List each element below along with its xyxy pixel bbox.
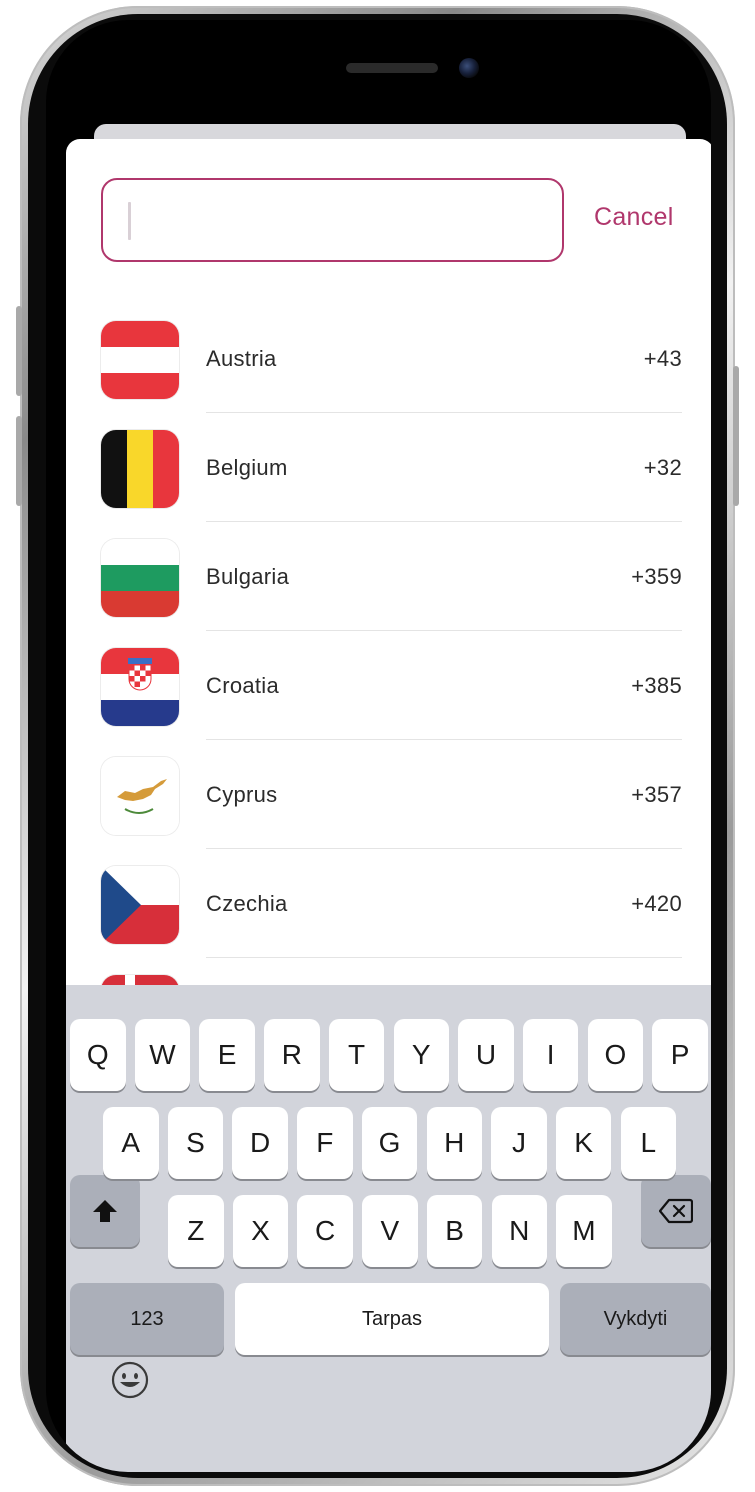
key-i[interactable]: I [522, 1019, 579, 1091]
country-row-cyprus[interactable]: Cyprus +357 [101, 757, 682, 865]
country-row-croatia[interactable]: Croatia +385 [101, 648, 682, 756]
row-divider [206, 848, 682, 849]
key-j[interactable]: J [491, 1107, 547, 1179]
bulgaria-flag-icon [101, 539, 179, 617]
key-r[interactable]: R [264, 1019, 320, 1091]
key-s[interactable]: S [167, 1107, 224, 1179]
key-f[interactable]: F [297, 1107, 353, 1179]
key-o[interactable]: O [587, 1019, 644, 1091]
key-a[interactable]: A [103, 1107, 159, 1179]
country-row-belgium[interactable]: Belgium +32 [101, 430, 682, 538]
key-c[interactable]: C [297, 1195, 353, 1267]
power-button [733, 366, 739, 506]
dial-code: +420 [631, 891, 682, 916]
row-divider [206, 739, 682, 740]
row-divider [206, 521, 682, 522]
key-d[interactable]: D [232, 1107, 288, 1179]
backspace-key[interactable] [641, 1175, 711, 1247]
key-g[interactable]: G [361, 1107, 418, 1179]
row-divider [206, 957, 682, 958]
country-row-czechia[interactable]: Czechia +420 [101, 866, 682, 974]
czechia-flag-icon [101, 866, 179, 944]
dial-code: +43 [643, 346, 682, 371]
key-l[interactable]: L [620, 1107, 677, 1179]
country-name: Czechia [206, 891, 288, 916]
key-e[interactable]: E [199, 1019, 255, 1091]
dial-code: +32 [643, 455, 682, 480]
country-row-bulgaria[interactable]: Bulgaria +359 [101, 539, 682, 647]
key-x[interactable]: X [232, 1195, 289, 1267]
belgium-flag-icon [101, 430, 179, 508]
dial-code: +385 [631, 673, 682, 698]
phone-screen: Cancel Austria +43 Belgium +32 Bulgaria … [46, 20, 711, 1472]
key-q[interactable]: Q [70, 1019, 126, 1091]
key-h[interactable]: H [426, 1107, 482, 1179]
dial-code: +359 [631, 564, 682, 589]
country-name: Austria [206, 346, 277, 371]
backspace-icon [659, 1198, 693, 1224]
key-m[interactable]: M [556, 1195, 612, 1267]
key-v[interactable]: V [362, 1195, 418, 1267]
country-name: Croatia [206, 673, 280, 698]
space-key[interactable]: Tarpas [235, 1283, 549, 1355]
onscreen-keyboard: 123 Tarpas Vykdyti QWERTYUIOP ASDFGHJKL ZX… [66, 985, 711, 1472]
volume-button [16, 416, 22, 506]
key-w[interactable]: W [134, 1019, 191, 1091]
dial-code: +357 [631, 782, 682, 807]
key-p[interactable]: P [652, 1019, 708, 1091]
croatia-flag-icon [101, 648, 179, 726]
country-name: Belgium [206, 455, 288, 480]
key-y[interactable]: Y [393, 1019, 449, 1091]
numbers-key[interactable]: 123 [70, 1283, 224, 1355]
key-b[interactable]: B [426, 1195, 483, 1267]
speaker-grille [346, 63, 438, 73]
shift-key[interactable] [70, 1175, 140, 1247]
country-name: Bulgaria [206, 564, 290, 589]
country-row-austria[interactable]: Austria +43 [101, 321, 682, 429]
row-divider [206, 630, 682, 631]
cyprus-flag-icon [101, 757, 179, 835]
search-input[interactable] [101, 178, 564, 262]
key-t[interactable]: T [328, 1019, 385, 1091]
key-k[interactable]: K [555, 1107, 612, 1179]
key-n[interactable]: N [491, 1195, 547, 1267]
return-key[interactable]: Vykdyti [560, 1283, 711, 1355]
row-divider [206, 412, 682, 413]
austria-flag-icon [101, 321, 179, 399]
emoji-icon[interactable] [110, 1360, 150, 1400]
country-name: Cyprus [206, 782, 278, 807]
key-u[interactable]: U [458, 1019, 514, 1091]
cancel-button[interactable]: Cancel [594, 203, 674, 232]
shift-icon [93, 1200, 117, 1222]
key-z[interactable]: Z [168, 1195, 224, 1267]
volume-button [16, 306, 22, 396]
text-cursor [128, 202, 131, 240]
front-camera [459, 58, 479, 78]
